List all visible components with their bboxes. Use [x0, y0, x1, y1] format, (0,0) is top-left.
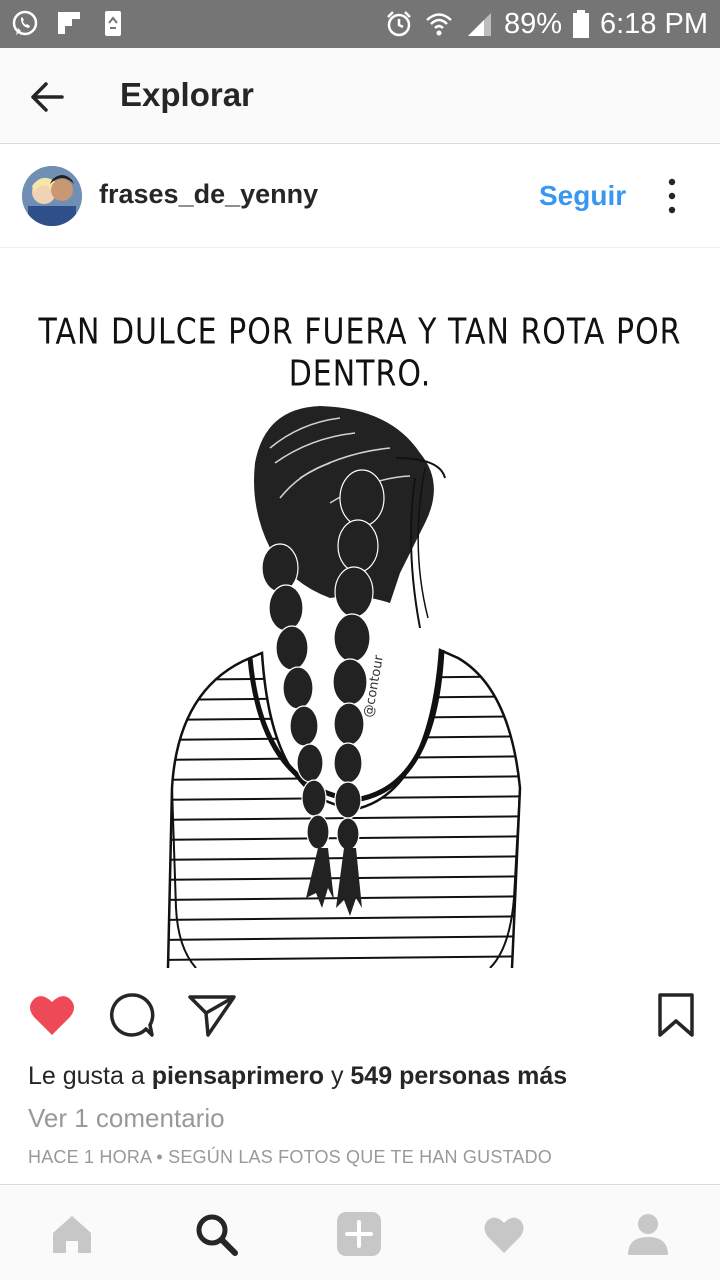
likes-mid-text: y	[324, 1062, 351, 1090]
app-header: Explorar	[0, 48, 720, 144]
battery-percent: 89%	[503, 7, 562, 40]
add-icon[interactable]	[336, 1211, 382, 1257]
more-options-icon[interactable]	[660, 176, 684, 216]
profile-icon[interactable]	[625, 1211, 671, 1257]
like-heart-icon[interactable]	[26, 989, 78, 1041]
post-actions	[0, 975, 720, 1055]
recycle-icon	[105, 11, 121, 36]
post-image[interactable]: TAN DULCE POR FUERA Y TAN ROTA POR DENTR…	[0, 248, 720, 968]
likes-prefix-text: Le gusta a	[28, 1062, 152, 1090]
heart-icon[interactable]	[481, 1211, 527, 1257]
view-comments-link[interactable]: Ver 1 comentario	[28, 1103, 225, 1134]
post-header: frases_de_yenny Seguir	[0, 146, 720, 248]
status-bar: 89% 6:18 PM	[0, 0, 720, 48]
whatsapp-icon	[12, 10, 38, 36]
wifi-icon	[426, 13, 452, 36]
likes-count[interactable]: 549 personas más	[350, 1062, 567, 1090]
comment-icon[interactable]	[106, 989, 158, 1041]
avatar[interactable]	[22, 166, 82, 226]
search-icon[interactable]	[193, 1211, 239, 1257]
liked-by-username[interactable]: piensaprimero	[152, 1062, 324, 1090]
clock-time: 6:18 PM	[600, 7, 708, 40]
follow-button[interactable]: Seguir	[539, 180, 626, 212]
alarm-icon	[387, 11, 411, 37]
avatar-photo	[22, 166, 82, 226]
likes-summary[interactable]: Le gusta a piensaprimero y 549 personas …	[28, 1062, 567, 1091]
battery-icon	[573, 10, 589, 38]
back-arrow-icon[interactable]	[26, 76, 68, 118]
bottom-navigation	[0, 1184, 720, 1280]
post-timestamp: HACE 1 HORA • SEGÚN LAS FOTOS QUE TE HAN…	[28, 1147, 553, 1167]
flipboard-icon	[58, 12, 80, 34]
girl-braids-illustration: @contour	[166, 406, 522, 968]
post-username[interactable]: frases_de_yenny	[99, 179, 318, 210]
page-title: Explorar	[120, 76, 254, 113]
home-icon[interactable]	[49, 1211, 95, 1257]
signal-icon	[467, 13, 491, 36]
share-send-icon[interactable]	[186, 989, 238, 1041]
bookmark-icon[interactable]	[650, 989, 702, 1041]
